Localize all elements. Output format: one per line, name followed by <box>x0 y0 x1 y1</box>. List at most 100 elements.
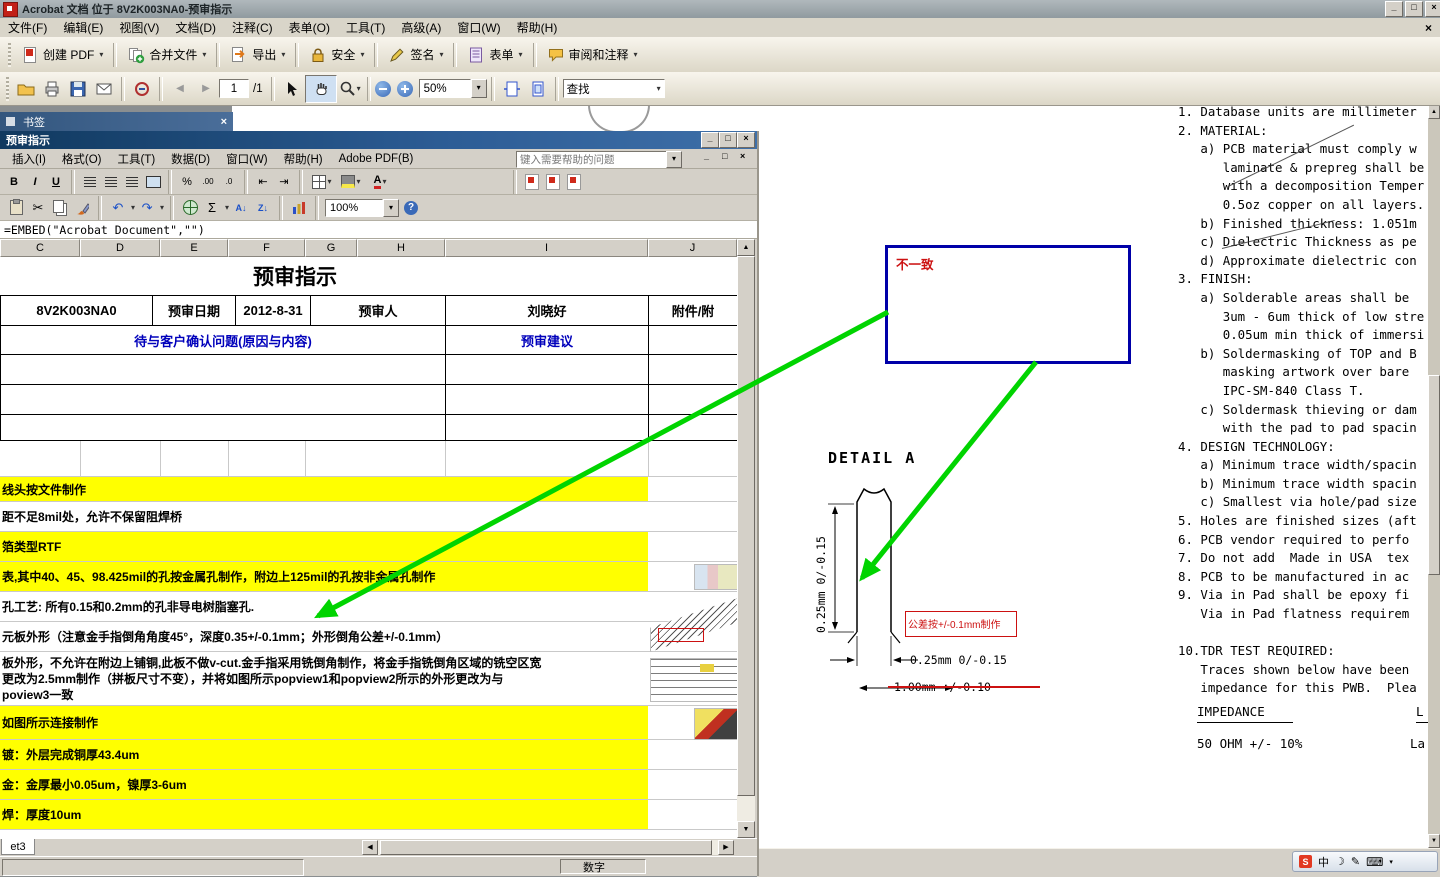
excel-menu-tools[interactable]: 工具(T) <box>109 150 163 168</box>
sort-ascending-button[interactable]: A↓ <box>231 198 251 218</box>
menu-item-comments[interactable]: 注释(C) <box>224 18 281 37</box>
minimize-button[interactable]: _ <box>1385 1 1403 17</box>
chart-wizard-button[interactable] <box>289 198 309 218</box>
menu-item-tools[interactable]: 工具(T) <box>338 18 393 37</box>
underline-button[interactable]: U <box>46 172 66 192</box>
sheet-row[interactable]: 箔类型RTF <box>0 532 737 562</box>
undo-button[interactable]: ↶ <box>108 198 128 218</box>
menu-item-document[interactable]: 文档(D) <box>167 18 224 37</box>
sheet-row[interactable]: 线头按文件制作 <box>0 476 737 502</box>
undo-dropdown-icon[interactable]: ▾ <box>131 203 135 212</box>
forms-button[interactable]: 表单 ▾ <box>461 42 528 68</box>
ime-more-icon[interactable]: ▾ <box>1389 858 1393 866</box>
table-row[interactable]: 待与客户确认问题(原因与内容) 预审建议 <box>1 326 737 355</box>
combine-files-button[interactable]: 合并文件 ▾ <box>121 42 212 68</box>
hscroll-left-icon[interactable]: ◀ <box>362 840 378 855</box>
sheet-row[interactable]: 孔工艺: 所有0.15和0.2mm的孔非导电树脂塞孔. <box>0 592 737 622</box>
cut-button[interactable]: ✂ <box>28 198 48 218</box>
attachment-thumbnail[interactable] <box>694 708 738 740</box>
moon-icon[interactable]: ☽ <box>1335 855 1345 868</box>
zoom-out-button[interactable] <box>374 80 391 97</box>
scroll-up-icon[interactable]: ▲ <box>1428 105 1440 119</box>
excel-titlebar[interactable]: 预审指示 _ □ × <box>0 131 757 149</box>
bold-button[interactable]: B <box>4 172 24 192</box>
menu-item-view[interactable]: 视图(V) <box>111 18 167 37</box>
column-header-f[interactable]: F <box>228 239 305 257</box>
scrollbar-thumb[interactable] <box>1428 375 1440 575</box>
find-dropdown-icon[interactable]: ▾ <box>657 84 661 93</box>
align-right-button[interactable] <box>122 172 142 192</box>
excel-zoom-value[interactable]: 100% <box>325 198 384 217</box>
excel-menu-help[interactable]: 帮助(H) <box>276 150 331 168</box>
excel-menu-adobe-pdf[interactable]: Adobe PDF(B) <box>331 152 422 166</box>
excel-menu-data[interactable]: 数据(D) <box>163 150 218 168</box>
zoom-in-button[interactable] <box>396 80 413 97</box>
excel-close-button[interactable]: × <box>737 132 755 148</box>
page-number-field[interactable] <box>219 79 249 98</box>
excel-menu-insert[interactable]: 插入(I) <box>4 150 54 168</box>
menu-item-forms[interactable]: 表单(O) <box>281 18 338 37</box>
autosum-button[interactable]: Σ <box>202 198 222 218</box>
hscroll-thumb[interactable] <box>380 840 712 855</box>
scroll-down-icon[interactable]: ▼ <box>1428 834 1440 848</box>
find-input[interactable] <box>563 82 656 95</box>
convert-and-email-pdf-button[interactable] <box>543 172 563 192</box>
excel-vertical-scrollbar[interactable]: ▲ ▼ <box>737 239 755 838</box>
ole-close-icon[interactable]: × <box>740 151 745 161</box>
column-header-g[interactable]: G <box>305 239 357 257</box>
column-header-h[interactable]: H <box>357 239 445 257</box>
cell-part-number[interactable]: 8V2K003NA0 <box>1 296 153 325</box>
review-comment-button[interactable]: 审阅和注释 ▾ <box>541 42 644 68</box>
page-number-input[interactable] <box>220 82 248 95</box>
menu-item-window[interactable]: 窗口(W) <box>449 18 508 37</box>
fit-width-button[interactable] <box>499 76 525 102</box>
table-row[interactable]: 8V2K003NA0 预审日期 2012-8-31 预审人 刘晓好 附件/附 <box>1 296 737 326</box>
autosum-dropdown-icon[interactable]: ▾ <box>225 203 229 212</box>
merge-center-button[interactable] <box>143 172 163 192</box>
open-button[interactable] <box>13 76 39 102</box>
align-left-button[interactable] <box>80 172 100 192</box>
column-header-e[interactable]: E <box>160 239 228 257</box>
document-close-icon[interactable]: × <box>1417 20 1440 36</box>
help-question-box[interactable] <box>516 151 668 168</box>
cell-attachment-label[interactable]: 附件/附 <box>649 296 737 325</box>
language-indicator[interactable]: 中 <box>1318 854 1329 870</box>
menu-item-help[interactable]: 帮助(H) <box>509 18 566 37</box>
close-button[interactable]: × <box>1425 1 1440 17</box>
format-painter-button[interactable] <box>72 198 92 218</box>
sheet-row[interactable]: 距不足8mil处，允许不保留阻焊桥 <box>0 502 737 532</box>
italic-button[interactable]: I <box>25 172 45 192</box>
maximize-button[interactable]: □ <box>1405 1 1423 17</box>
create-pdf-button[interactable]: 创建 PDF ▾ <box>15 42 109 68</box>
acrobat-titlebar[interactable]: Acrobat 文档 位于 8V2K003NA0-预审指示 _ □ × <box>0 0 1440 18</box>
sogou-icon[interactable]: S <box>1299 855 1312 868</box>
table-row[interactable] <box>1 355 737 385</box>
hyperlink-button[interactable] <box>180 198 200 218</box>
excel-scrollbar-thumb[interactable] <box>737 256 755 796</box>
column-header-d[interactable]: D <box>80 239 160 257</box>
excel-maximize-button[interactable]: □ <box>719 132 737 148</box>
cell-empty[interactable] <box>649 326 737 354</box>
convert-and-review-pdf-button[interactable] <box>564 172 584 192</box>
increase-indent-button[interactable]: ⇥ <box>274 172 294 192</box>
menu-item-file[interactable]: 文件(F) <box>0 18 55 37</box>
inconsistency-callout-box[interactable]: 不一致 <box>885 245 1131 364</box>
cell-section-right[interactable]: 预审建议 <box>446 326 649 354</box>
sign-button[interactable]: 签名 ▾ <box>382 42 449 68</box>
cell-reviewer-label[interactable]: 预审人 <box>311 296 446 325</box>
cell-review-date-label[interactable]: 预审日期 <box>153 296 236 325</box>
decrease-decimal-button[interactable]: .0 <box>219 172 239 192</box>
bookmarks-close-icon[interactable]: × <box>221 116 227 128</box>
secure-button[interactable]: 安全 ▾ <box>303 42 370 68</box>
sheet-row[interactable]: 元板外形（注意金手指倒角角度45°，深度0.35+/-0.1mm；外形倒角公差+… <box>0 622 737 652</box>
hscroll-right-icon[interactable]: ▶ <box>718 840 734 855</box>
find-box[interactable]: ▾ <box>562 79 665 98</box>
increase-decimal-button[interactable]: .00 <box>198 172 218 192</box>
redo-button[interactable]: ↷ <box>137 198 157 218</box>
excel-menu-window[interactable]: 窗口(W) <box>218 150 276 168</box>
bookmarks-panel-header[interactable]: 书签 × <box>0 112 233 131</box>
export-button[interactable]: 导出 ▾ <box>224 42 291 68</box>
ole-restore-icon[interactable]: □ <box>722 151 727 161</box>
ime-language-bar[interactable]: S 中 ☽ ✎ ⌨ ▾ <box>1292 851 1438 872</box>
menu-item-advanced[interactable]: 高级(A) <box>393 18 449 37</box>
